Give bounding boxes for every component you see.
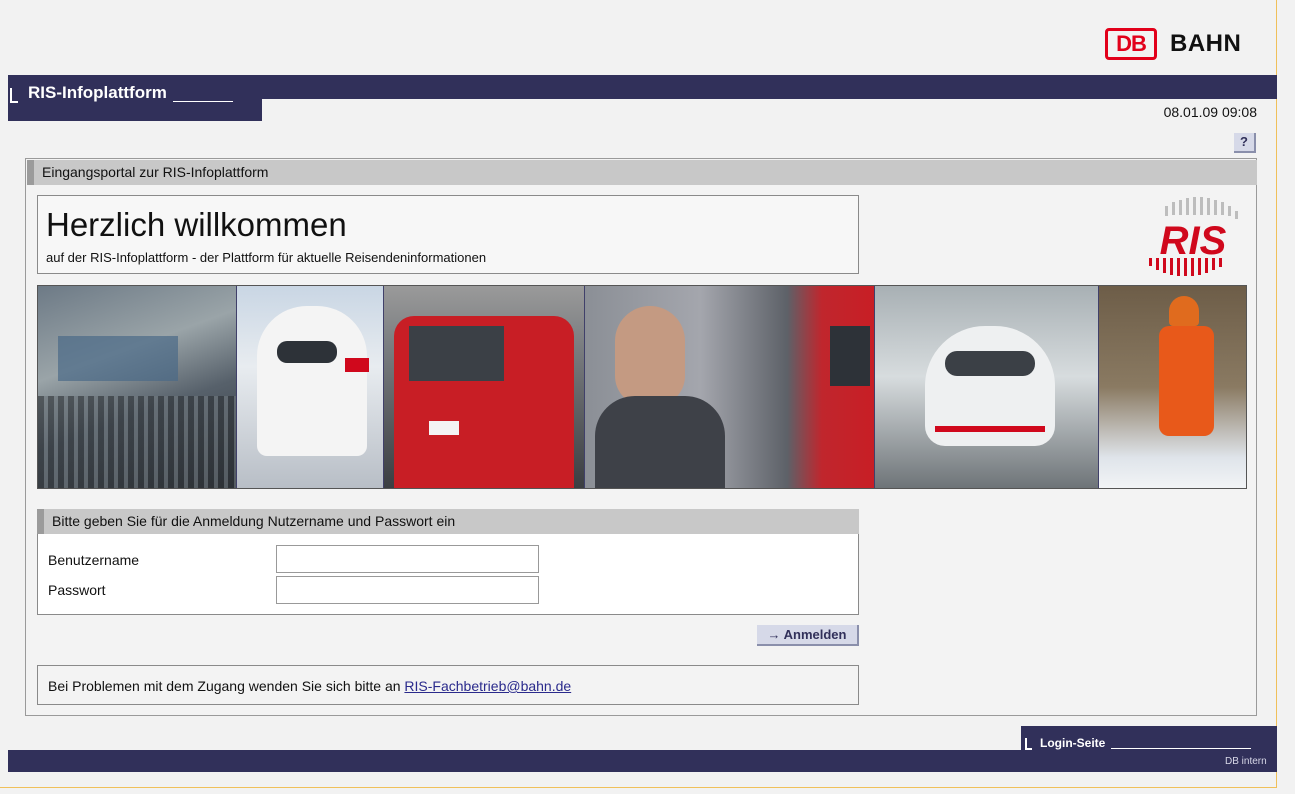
login-header: Bitte geben Sie für die Anmeldung Nutzer… bbox=[37, 509, 859, 534]
footer-page-label: Login-Seite bbox=[1040, 736, 1106, 750]
ris-logo: RIS bbox=[1149, 197, 1238, 276]
username-input[interactable] bbox=[276, 545, 539, 573]
photo-strip bbox=[37, 285, 1247, 489]
support-text-prefix: Bei Problemen mit dem Zugang wenden Sie … bbox=[48, 678, 405, 694]
footer-underline bbox=[1111, 748, 1252, 749]
support-box: Bei Problemen mit dem Zugang wenden Sie … bbox=[37, 665, 859, 705]
app-title: RIS-Infoplattform bbox=[10, 83, 233, 103]
help-button[interactable]: ? bbox=[1234, 133, 1256, 153]
app-title-text: RIS-Infoplattform bbox=[28, 83, 167, 102]
db-logo-text: BAHN bbox=[1170, 30, 1242, 57]
ice-train-photo bbox=[236, 286, 385, 488]
panel-title: Eingangsportal zur RIS-Infoplattform bbox=[42, 164, 269, 180]
welcome-heading: Herzlich willkommen bbox=[46, 206, 347, 243]
support-text: Bei Problemen mit dem Zugang wenden Sie … bbox=[48, 678, 571, 694]
corner-bracket-icon bbox=[10, 88, 18, 103]
classification-label: DB intern bbox=[1225, 756, 1267, 767]
login-heading: Bitte geben Sie für die Anmeldung Nutzer… bbox=[52, 513, 456, 529]
control-room-photo bbox=[38, 286, 237, 488]
ice-station-photo bbox=[874, 286, 1100, 488]
db-bahn-logo: DB BAHN bbox=[1105, 28, 1241, 60]
ris-logo-text: RIS bbox=[1160, 219, 1227, 263]
welcome-subtitle: auf der RIS-Infoplattform - der Plattfor… bbox=[46, 250, 487, 265]
regional-train-photo bbox=[384, 286, 586, 488]
corner-bracket-icon bbox=[1025, 738, 1032, 750]
username-label: Benutzername bbox=[48, 552, 140, 568]
db-logo-box: DB bbox=[1105, 28, 1157, 60]
welcome-box: Herzlich willkommen auf der RIS-Infoplat… bbox=[37, 195, 859, 274]
footer-title: Login-Seite bbox=[1025, 736, 1252, 750]
login-button[interactable]: → Anmelden bbox=[757, 625, 859, 646]
datetime: 08.01.09 09:08 bbox=[1163, 104, 1257, 120]
password-input[interactable] bbox=[276, 576, 539, 604]
traveler-photo bbox=[585, 286, 875, 488]
title-underline bbox=[172, 101, 233, 102]
panel-header: Eingangsportal zur RIS-Infoplattform bbox=[27, 160, 1257, 185]
password-label: Passwort bbox=[48, 582, 106, 598]
support-email-link[interactable]: RIS-Fachbetrieb@bahn.de bbox=[404, 678, 571, 694]
track-worker-photo bbox=[1099, 286, 1246, 488]
